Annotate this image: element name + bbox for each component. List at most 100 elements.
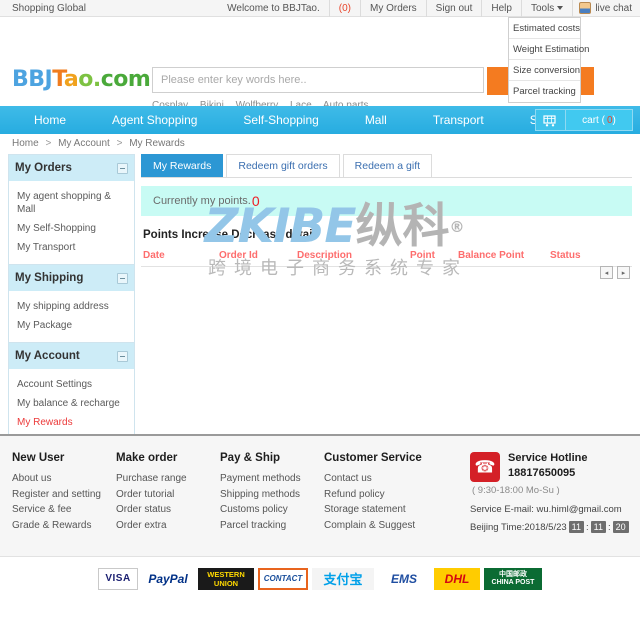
sidebar-item-my-shipping-address[interactable]: My shipping address: [9, 297, 134, 316]
site-logo[interactable]: BBJTao.com: [12, 67, 151, 92]
collapse-icon[interactable]: [117, 350, 128, 362]
breadcrumb-my-account[interactable]: My Account: [58, 138, 110, 149]
sidebar-item-account-settings[interactable]: Account Settings: [9, 375, 134, 394]
points-value: 0: [251, 193, 260, 209]
footer-column-pay-ship: Pay & Ship Payment methods Shipping meth…: [220, 452, 324, 533]
nav-item-mall[interactable]: Mall: [342, 106, 410, 134]
tab-my-rewards[interactable]: My Rewards: [141, 154, 224, 177]
column-header-balance-point: Balance Point: [458, 250, 525, 261]
sidebar-block-my-account: My Account Account Settings My balance &…: [8, 343, 135, 440]
paypal-logo-icon: PayPal: [148, 571, 188, 586]
tools-dropdown-menu[interactable]: Estimated costs Weight Estimation Size c…: [508, 17, 589, 103]
search-input[interactable]: [152, 67, 484, 93]
top-utility-bar: Shopping Global Welcome to BBJTao. (0) M…: [0, 0, 640, 103]
help-link[interactable]: Help: [481, 0, 521, 17]
live-chat-label: live chat: [595, 2, 632, 14]
footer-title-pay-ship: Pay & Ship: [220, 452, 281, 464]
pagination-next-button[interactable]: ▸: [617, 266, 630, 279]
footer-link-refund-policy[interactable]: Refund policy: [324, 487, 428, 503]
wu-line-2: UNION: [213, 578, 239, 588]
sidebar-item-my-self-shopping[interactable]: My Self-Shopping: [9, 219, 134, 238]
sidebar-item-my-rewards[interactable]: My Rewards: [9, 413, 134, 432]
breadcrumb-separator-2: >: [116, 138, 123, 149]
footer-title-make-order: Make order: [116, 452, 178, 464]
footer-column-make-order: Make order Purchase range Order tutorial…: [116, 452, 220, 533]
sidebar-header-my-account[interactable]: My Account: [9, 343, 134, 369]
menu-item-size-conversion[interactable]: Size conversion: [509, 60, 580, 81]
menu-item-parcel-tracking[interactable]: Parcel tracking: [509, 81, 580, 102]
tab-bar: My Rewards Redeem gift orders Redeem a g…: [141, 154, 632, 177]
collapse-icon[interactable]: [117, 272, 128, 284]
sidebar-block-my-orders: My Orders My agent shopping & Mall My Se…: [8, 154, 135, 265]
sidebar-item-agent-shopping-mall[interactable]: My agent shopping & Mall: [9, 187, 134, 219]
hotline-title: Service Hotline: [508, 452, 588, 464]
hotline-text: Service Hotline 18817650095: [508, 452, 587, 479]
cart-button[interactable]: cart (0): [535, 109, 633, 131]
nav-item-home[interactable]: Home: [0, 106, 89, 134]
footer-link-order-extra[interactable]: Order extra: [116, 518, 220, 534]
menu-item-estimated-costs[interactable]: Estimated costs: [509, 18, 580, 39]
sidebar: My Orders My agent shopping & Mall My Se…: [8, 154, 135, 490]
tab-redeem-gift-orders[interactable]: Redeem gift orders: [226, 154, 340, 177]
sidebar-item-my-transport[interactable]: My Transport: [9, 238, 134, 257]
sidebar-item-my-balance-recharge[interactable]: My balance & recharge: [9, 394, 134, 413]
cart-count-label[interactable]: cart (0): [566, 110, 632, 130]
shopping-global-label: Shopping Global: [12, 2, 86, 14]
footer-title-new-user: New User: [12, 452, 65, 464]
collapse-icon[interactable]: [117, 162, 128, 174]
cart-icon[interactable]: [536, 110, 566, 130]
breadcrumb-separator-1: >: [45, 138, 52, 149]
cart-text-end: ): [612, 114, 616, 126]
china-post-logo-icon: 中国邮政 CHINA POST: [484, 567, 542, 590]
footer-link-grade-rewards[interactable]: Grade & Rewards: [12, 518, 116, 534]
footer-link-order-status[interactable]: Order status: [116, 502, 220, 518]
footer-link-contact-us[interactable]: Contact us: [324, 471, 428, 487]
sign-out-link[interactable]: Sign out: [425, 0, 482, 17]
footer-link-register-and-setting[interactable]: Register and setting: [12, 487, 116, 503]
contact-logo-icon: CONTACT: [258, 567, 308, 590]
clock-colon-2: :: [607, 521, 611, 533]
footer-link-complain-suggest[interactable]: Complain & Suggest: [324, 518, 428, 534]
footer-link-customs-policy[interactable]: Customs policy: [220, 502, 324, 518]
clock-minutes: 11: [590, 521, 606, 533]
footer-link-about-us[interactable]: About us: [12, 471, 116, 487]
menu-item-weight-estimation[interactable]: Weight Estimation: [509, 39, 589, 60]
tab-redeem-a-gift[interactable]: Redeem a gift: [342, 154, 433, 177]
sidebar-item-my-package[interactable]: My Package: [9, 316, 134, 335]
logo-part-bbj: BBJ: [12, 67, 53, 92]
post-line-1: 中国邮政: [499, 570, 527, 578]
live-chat-button[interactable]: live chat: [572, 0, 640, 17]
footer-link-purchase-range[interactable]: Purchase range: [116, 471, 220, 487]
footer-link-parcel-tracking[interactable]: Parcel tracking: [220, 518, 324, 534]
nav-item-agent-shopping[interactable]: Agent Shopping: [89, 106, 220, 134]
clock-colon-1: :: [586, 521, 589, 533]
sidebar-header-my-orders[interactable]: My Orders: [9, 155, 134, 181]
tools-label: Tools: [530, 2, 555, 14]
hotline-hours: ( 9:30-18:00 Mo-Su ): [472, 485, 560, 496]
nav-item-transport[interactable]: Transport: [410, 106, 507, 134]
message-count[interactable]: (0): [328, 0, 360, 17]
sidebar-header-my-shipping[interactable]: My Shipping: [9, 265, 134, 291]
footer-link-order-tutorial[interactable]: Order tutorial: [116, 487, 220, 503]
my-orders-link[interactable]: My Orders: [360, 0, 426, 17]
post-line-2: CHINA POST: [491, 578, 535, 586]
footer-link-storage-statement[interactable]: Storage statement: [324, 502, 428, 518]
sidebar-title-my-shipping: My Shipping: [15, 272, 84, 284]
footer-link-payment-methods[interactable]: Payment methods: [220, 471, 324, 487]
logo-part-o: o.: [78, 67, 101, 92]
tools-menu-button[interactable]: Tools: [520, 0, 572, 17]
western-union-logo-icon: WESTERN UNION: [198, 567, 254, 590]
breadcrumb-current: My Rewards: [129, 138, 185, 149]
main-navigation: Home Agent Shopping Self-Shopping Mall T…: [0, 106, 640, 134]
footer-link-service-fee[interactable]: Service & fee: [12, 502, 116, 518]
service-hotline-block: ☎ Service Hotline 18817650095 ( 9:30-18:…: [470, 452, 635, 533]
nav-item-self-shopping[interactable]: Self-Shopping: [220, 106, 341, 134]
hotline-header: ☎ Service Hotline 18817650095: [470, 452, 635, 482]
breadcrumb-home[interactable]: Home: [12, 138, 39, 149]
footer-link-shipping-methods[interactable]: Shipping methods: [220, 487, 324, 503]
pagination-prev-button[interactable]: ◂: [600, 266, 613, 279]
welcome-message: Welcome to BBJTao.: [227, 2, 320, 14]
footer-column-customer-service: Customer Service Contact us Refund polic…: [324, 452, 428, 533]
column-header-status: Status: [550, 250, 581, 261]
beijing-time-label: Beijing Time:2018/5/23: [470, 521, 567, 533]
